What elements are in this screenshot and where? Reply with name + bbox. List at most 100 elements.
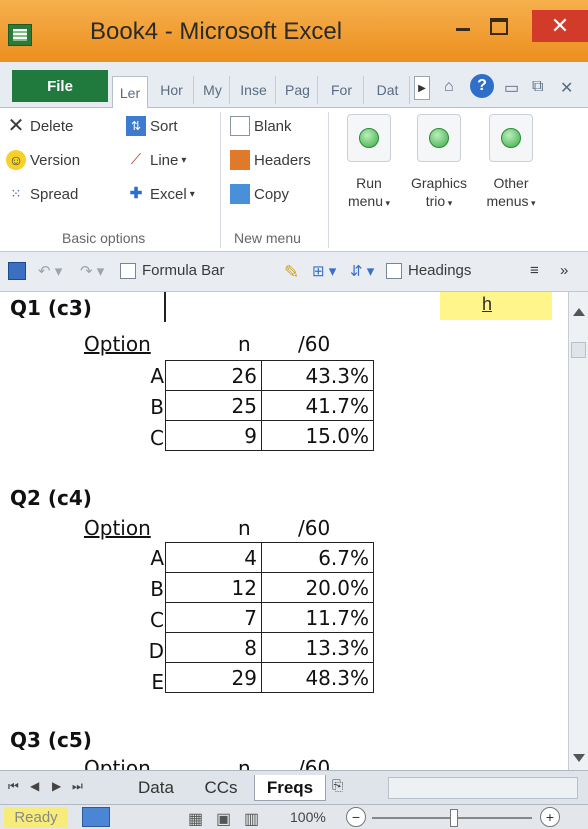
sort-button[interactable]: ⇅ Sort bbox=[126, 116, 178, 136]
page-break-view-icon[interactable]: ▥ bbox=[244, 809, 259, 829]
excel-app-icon[interactable] bbox=[8, 24, 32, 46]
q1-option-c: C bbox=[150, 426, 164, 450]
tab-formulas[interactable]: For bbox=[320, 76, 364, 104]
close-workbook-icon[interactable]: ✕ bbox=[560, 78, 573, 98]
q1-n-c[interactable]: 9 bbox=[165, 420, 262, 451]
q2-n-a[interactable]: 4 bbox=[165, 542, 262, 573]
zoom-out-icon[interactable]: − bbox=[346, 807, 366, 827]
q2-n-c[interactable]: 7 bbox=[165, 602, 262, 633]
zoom-level[interactable]: 100% bbox=[290, 809, 326, 825]
q2-option-b: B bbox=[150, 577, 164, 601]
formula-bar-checkbox[interactable] bbox=[120, 262, 136, 279]
blank-button[interactable]: Blank bbox=[230, 116, 292, 136]
align-icon[interactable]: ≡ bbox=[530, 262, 539, 279]
minimize-ribbon-icon[interactable]: ⌂ bbox=[444, 78, 454, 96]
q1-n-a[interactable]: 26 bbox=[165, 360, 262, 391]
worksheet-grid[interactable]: h Q1 (c3) Option n /60 A B C 26 43.3% 25 4… bbox=[0, 292, 568, 770]
first-sheet-icon[interactable]: ⏮ bbox=[8, 779, 19, 794]
q1-pct-c[interactable]: 15.0% bbox=[261, 420, 374, 451]
q3-title: Q3 (c5) bbox=[10, 728, 92, 752]
save-icon[interactable] bbox=[8, 262, 26, 280]
q2-n-e[interactable]: 29 bbox=[165, 662, 262, 693]
green-orb-icon bbox=[417, 114, 461, 162]
maximize-button[interactable] bbox=[482, 10, 516, 42]
scroll-thumb[interactable] bbox=[571, 342, 586, 358]
zoom-slider-thumb[interactable] bbox=[450, 809, 458, 827]
copy-button[interactable]: Copy bbox=[230, 184, 289, 204]
restore-ribbon-icon[interactable]: ▭ bbox=[504, 78, 519, 98]
copy-icon bbox=[230, 184, 250, 204]
vertical-scrollbar[interactable] bbox=[568, 292, 588, 770]
q2-pct-a[interactable]: 6.7% bbox=[261, 542, 374, 573]
restore-window-icon[interactable]: ⧉ bbox=[532, 78, 543, 96]
close-button[interactable]: ✕ bbox=[532, 10, 588, 42]
graphics-label-2: trio bbox=[425, 193, 446, 209]
tab-page-layout[interactable]: Pag bbox=[278, 76, 318, 104]
q2-option-c: C bbox=[150, 608, 164, 632]
minimize-button[interactable] bbox=[448, 10, 478, 42]
tab-home[interactable]: Hor bbox=[150, 76, 194, 104]
line-label: Line bbox=[150, 151, 179, 169]
normal-view-icon[interactable]: ▦ bbox=[188, 809, 203, 829]
table-row: 25 41.7% bbox=[165, 390, 374, 421]
prev-sheet-icon[interactable]: ◀ bbox=[30, 779, 39, 793]
tab-insert[interactable]: Inse bbox=[232, 76, 276, 104]
horizontal-scrollbar[interactable] bbox=[388, 777, 578, 799]
other-menus-button[interactable]: Other menus ▾ bbox=[476, 112, 546, 224]
q2-pct-b[interactable]: 20.0% bbox=[261, 572, 374, 603]
headings-toggle[interactable]: Headings bbox=[386, 262, 471, 279]
status-bar: Ready ▦ ▣ ▥ 100% − + bbox=[0, 804, 588, 829]
q1-pct-b[interactable]: 41.7% bbox=[261, 390, 374, 421]
next-sheet-icon[interactable]: ▶ bbox=[52, 779, 61, 793]
spread-button[interactable]: ⁙ Spread bbox=[6, 184, 79, 204]
delete-button[interactable]: ✕ Delete bbox=[6, 116, 74, 136]
line-button[interactable]: ⟋ Line ▾ bbox=[126, 150, 187, 170]
tab-file[interactable]: File bbox=[12, 70, 108, 102]
q2-frequency-table: 4 6.7% 12 20.0% 7 11.7% 8 13.3% 29 48.3% bbox=[165, 542, 374, 693]
graphics-trio-button[interactable]: Graphics trio ▾ bbox=[404, 112, 474, 224]
q2-pct-e[interactable]: 48.3% bbox=[261, 662, 374, 693]
new-sheet-icon[interactable]: ⎘ bbox=[332, 777, 343, 794]
formula-bar-toggle[interactable]: Formula Bar bbox=[120, 262, 225, 279]
q1-n-b[interactable]: 25 bbox=[165, 390, 262, 421]
q1-pct-a[interactable]: 43.3% bbox=[261, 360, 374, 391]
scroll-down-icon[interactable] bbox=[573, 754, 585, 762]
page-layout-view-icon[interactable]: ▣ bbox=[216, 809, 231, 829]
sort-icon: ⇅ bbox=[126, 116, 146, 136]
headers-button[interactable]: Headers bbox=[230, 150, 311, 170]
tab-ler[interactable]: Ler bbox=[112, 76, 148, 109]
tab-scroll-right-icon[interactable]: ▶ bbox=[414, 76, 430, 100]
ribbon-tab-strip: File Ler Hor My Inse Pag For Dat ▶ ⌂ ? ▭… bbox=[0, 62, 588, 109]
sheet-tab-data[interactable]: Data bbox=[126, 775, 186, 801]
undo-icon[interactable]: ↶ ▾ bbox=[38, 262, 62, 280]
last-sheet-icon[interactable]: ⏭ bbox=[72, 779, 83, 794]
excel-button[interactable]: ✚ Excel ▾ bbox=[126, 184, 195, 204]
q1-frequency-table: 26 43.3% 25 41.7% 9 15.0% bbox=[165, 360, 374, 451]
q2-pct-d[interactable]: 13.3% bbox=[261, 632, 374, 663]
redo-icon[interactable]: ↷ ▾ bbox=[80, 262, 104, 280]
sort-dropdown-icon[interactable]: ⇵ ▾ bbox=[350, 262, 374, 280]
tab-data[interactable]: Dat bbox=[366, 76, 410, 104]
table-dropdown-icon[interactable]: ⊞ ▾ bbox=[312, 262, 336, 280]
headings-checkbox[interactable] bbox=[386, 262, 402, 279]
q2-option-a: A bbox=[150, 546, 164, 570]
q2-n-b[interactable]: 12 bbox=[165, 572, 262, 603]
tab-my[interactable]: My bbox=[196, 76, 230, 104]
q2-n-d[interactable]: 8 bbox=[165, 632, 262, 663]
sheet-tab-freqs[interactable]: Freqs bbox=[254, 775, 326, 801]
version-button[interactable]: ☺ Version bbox=[6, 150, 80, 170]
smiley-icon: ☺ bbox=[6, 150, 26, 170]
q2-title: Q2 (c4) bbox=[10, 486, 92, 510]
zoom-in-icon[interactable]: + bbox=[540, 807, 560, 827]
scroll-up-icon[interactable] bbox=[573, 308, 585, 316]
q2-pct-c[interactable]: 11.7% bbox=[261, 602, 374, 633]
run-menu-button[interactable]: Run menu ▾ bbox=[334, 112, 404, 224]
highlighted-cell[interactable] bbox=[440, 292, 552, 320]
sheet-tab-ccs[interactable]: CCs bbox=[194, 775, 248, 801]
more-commands-icon[interactable]: » bbox=[560, 262, 568, 279]
macro-record-icon[interactable] bbox=[82, 807, 110, 827]
q1-title: Q1 (c3) bbox=[10, 296, 92, 320]
status-ready: Ready bbox=[4, 807, 68, 828]
help-icon[interactable]: ? bbox=[470, 74, 494, 98]
brush-icon[interactable]: ✎ bbox=[284, 262, 299, 283]
